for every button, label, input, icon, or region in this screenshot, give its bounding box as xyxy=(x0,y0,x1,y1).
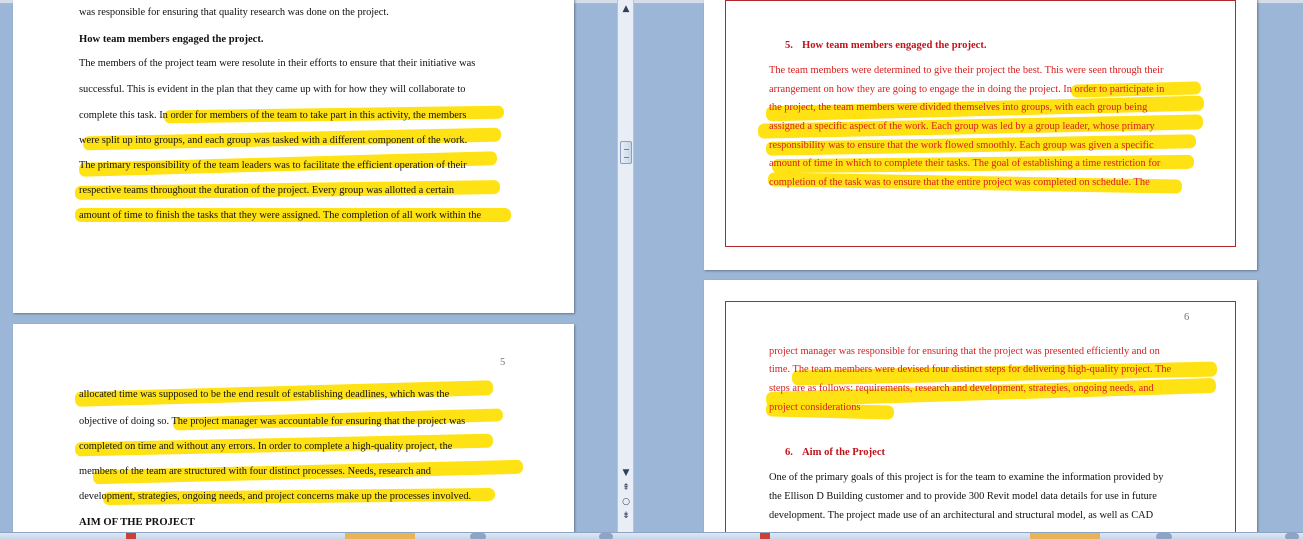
page-number: 6 xyxy=(1184,312,1190,323)
section-heading: How team members engaged the project. xyxy=(79,34,264,45)
proofing-error-icon[interactable] xyxy=(760,533,770,539)
section-heading: How team members engaged the project. xyxy=(802,40,987,51)
body-line: arrangement on how they are going to eng… xyxy=(769,84,1165,95)
section-heading: Aim of the Project xyxy=(802,447,886,458)
body-line: complete this task. In order for members… xyxy=(79,110,467,121)
body-line: project considerations xyxy=(769,402,861,413)
view-buttons[interactable] xyxy=(345,533,415,539)
body-line: development, strategies, ongoing needs, … xyxy=(79,491,472,502)
body-line: were split up into groups, and each grou… xyxy=(79,135,468,146)
select-browse-object-icon[interactable]: ○ xyxy=(619,495,633,509)
body-line: One of the primary goals of this project… xyxy=(769,472,1164,483)
section-heading: AIM OF THE PROJECT xyxy=(79,517,195,528)
body-line: The primary responsibility of the team l… xyxy=(79,160,467,171)
left-document-pane[interactable]: was responsible for ensuring that qualit… xyxy=(0,0,617,532)
body-line: completion of the task was to ensure tha… xyxy=(769,177,1150,188)
right-document-pane[interactable]: 5. How team members engaged the project.… xyxy=(634,0,1303,532)
next-page-icon[interactable]: ⇟ xyxy=(619,509,633,523)
body-line: members of the team are structured with … xyxy=(79,466,431,477)
scroll-down-icon[interactable]: ▼ xyxy=(619,466,633,480)
body-line: allocated time was supposed to be the en… xyxy=(79,389,450,400)
body-line: The team members were determined to give… xyxy=(769,65,1164,76)
proofing-error-icon[interactable] xyxy=(126,533,136,539)
body-line: successful. This is evident in the plan … xyxy=(79,84,466,95)
zoom-out-icon[interactable] xyxy=(470,533,486,539)
body-line: assigned a specific aspect of the work. … xyxy=(769,121,1155,132)
left-page-4[interactable]: was responsible for ensuring that qualit… xyxy=(13,0,574,313)
scroll-up-icon[interactable]: ▲ xyxy=(619,2,633,16)
status-bar xyxy=(0,532,1303,539)
body-line: time. The team members were devised four… xyxy=(769,364,1172,375)
body-line: amount of time to finish the tasks that … xyxy=(79,210,482,221)
body-line: respective teams throughout the duration… xyxy=(79,185,455,196)
body-line: steps are as follows: requirements, rese… xyxy=(769,383,1154,394)
view-buttons[interactable] xyxy=(1030,533,1100,539)
zoom-in-icon[interactable] xyxy=(1285,533,1299,539)
body-line: completed on time and without any errors… xyxy=(79,441,453,452)
page-number: 5 xyxy=(500,357,506,368)
body-line: the Ellison D Building customer and to p… xyxy=(769,491,1157,502)
heading-number: 6. xyxy=(785,447,793,458)
right-page-5[interactable]: 5. How team members engaged the project.… xyxy=(704,0,1257,270)
body-line: amount of time in which to complete thei… xyxy=(769,158,1161,169)
body-line: responsibility was to ensure that the wo… xyxy=(769,140,1154,151)
body-line: development. The project made use of an … xyxy=(769,510,1154,521)
vertical-scrollbar[interactable]: ▲ ▼ ⇞ ○ ⇟ xyxy=(617,0,634,532)
heading-number: 5. xyxy=(785,40,793,51)
previous-page-icon[interactable]: ⇞ xyxy=(619,481,633,495)
body-line: The members of the project team were res… xyxy=(79,58,476,69)
body-line: was responsible for ensuring that qualit… xyxy=(79,7,389,18)
body-line: objective of doing so. The project manag… xyxy=(79,416,466,427)
scrollbar-thumb[interactable] xyxy=(620,141,632,164)
zoom-in-icon[interactable] xyxy=(599,533,613,539)
zoom-out-icon[interactable] xyxy=(1156,533,1172,539)
left-page-5[interactable]: 5 allocated time was supposed to be the … xyxy=(13,324,574,532)
body-line: the project, the team members were divid… xyxy=(769,102,1148,113)
right-page-6[interactable]: 6 project manager was responsible for en… xyxy=(704,280,1257,532)
body-line: project manager was responsible for ensu… xyxy=(769,346,1160,357)
